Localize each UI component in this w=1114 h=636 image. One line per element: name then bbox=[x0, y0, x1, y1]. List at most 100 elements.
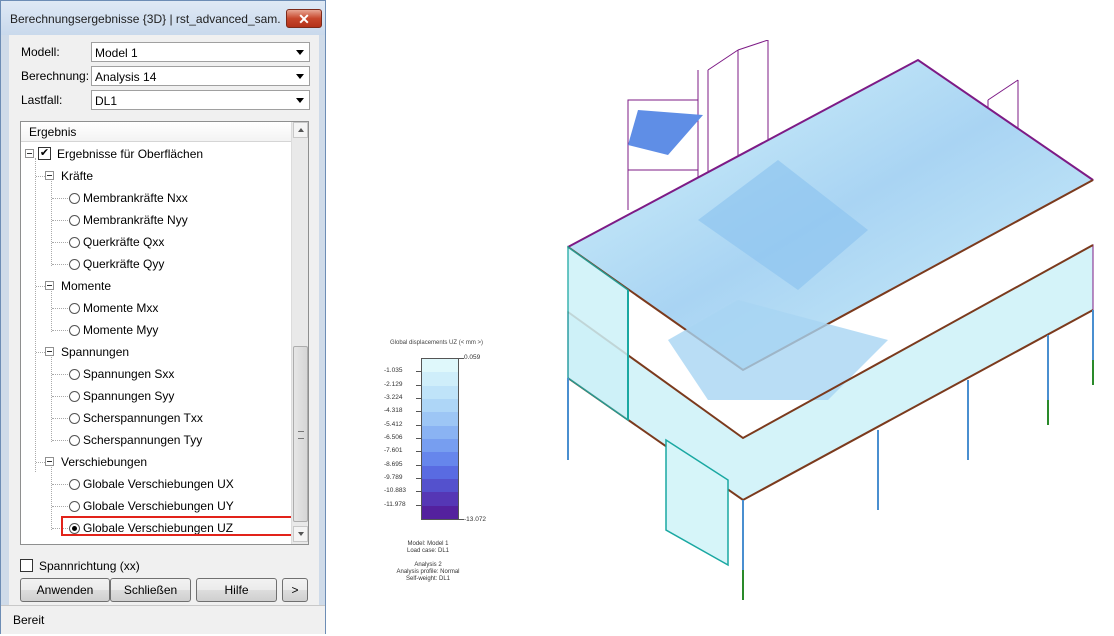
tree-item-myy[interactable]: Momente Myy bbox=[83, 323, 158, 337]
radio-myy[interactable] bbox=[69, 325, 80, 336]
legend-tick-label: -9.789 bbox=[384, 474, 403, 481]
radio-syy[interactable] bbox=[69, 391, 80, 402]
root-checkbox[interactable]: ✔ bbox=[38, 147, 51, 160]
color-band bbox=[422, 478, 458, 493]
tree-guide bbox=[52, 198, 68, 200]
scroll-up-button[interactable] bbox=[293, 122, 308, 138]
collapse-toggle[interactable] bbox=[25, 149, 34, 158]
legend-tick-label: -7.601 bbox=[384, 447, 403, 455]
tree-item-nxx[interactable]: Membrankräfte Nxx bbox=[83, 191, 188, 205]
loadcase-select[interactable]: DL1 bbox=[91, 90, 310, 110]
tick-mark bbox=[416, 398, 421, 399]
tree-guide bbox=[52, 264, 68, 266]
legend-tick-label: -2.129 bbox=[384, 380, 403, 388]
calculation-select-value: Analysis 14 bbox=[95, 70, 157, 84]
tick-mark bbox=[416, 384, 421, 386]
tick-mark bbox=[416, 371, 421, 373]
results-dialog: Berechnungsergebnisse {3D} | rst_advance… bbox=[0, 0, 326, 634]
more-button[interactable]: > bbox=[282, 578, 308, 602]
tree-guide bbox=[51, 354, 53, 442]
tree-item-syy[interactable]: Spannungen Syy bbox=[83, 389, 174, 403]
legend-info-selfweight: Self-weight: DL1 bbox=[405, 576, 451, 582]
tree-item-tyy[interactable]: Scherspannungen Tyy bbox=[83, 433, 202, 447]
model-select[interactable]: Model 1 bbox=[91, 42, 310, 62]
tree-item-qyy[interactable]: Querkräfte Qyy bbox=[83, 257, 164, 271]
model-label: Modell: bbox=[21, 45, 60, 59]
tree-item-nyy[interactable]: Membrankräfte Nyy bbox=[83, 213, 188, 227]
radio-mxx[interactable] bbox=[69, 303, 80, 314]
radio-sxx[interactable] bbox=[69, 369, 80, 380]
tree-column-header[interactable]: Ergebnis bbox=[21, 122, 291, 142]
radio-qyy[interactable] bbox=[69, 259, 80, 270]
radio-uy[interactable] bbox=[69, 501, 80, 512]
chevron-down-icon bbox=[296, 98, 304, 103]
color-band bbox=[422, 372, 458, 386]
color-scale-bar bbox=[421, 358, 459, 520]
tree-guide bbox=[52, 374, 68, 376]
collapse-toggle[interactable] bbox=[45, 281, 54, 290]
calculation-select[interactable]: Analysis 14 bbox=[91, 66, 310, 86]
spannrichtung-checkbox[interactable] bbox=[20, 559, 33, 572]
tree-guide bbox=[52, 396, 68, 398]
structure-3d-view[interactable] bbox=[548, 40, 1108, 610]
radio-qxx[interactable] bbox=[69, 237, 80, 248]
tree-group-momente[interactable]: Momente bbox=[61, 279, 111, 293]
tick-mark bbox=[416, 478, 421, 479]
close-button[interactable]: Schließen bbox=[110, 578, 191, 602]
tick-mark bbox=[416, 411, 421, 413]
radio-txx[interactable] bbox=[69, 413, 80, 424]
tree-scrollbar[interactable] bbox=[291, 122, 308, 544]
tree-item-ux[interactable]: Globale Verschiebungen UX bbox=[83, 477, 234, 491]
calc-label: Berechnung: bbox=[21, 69, 90, 83]
chevron-down-icon bbox=[296, 50, 304, 55]
legend-tick-label: -3.224 bbox=[384, 394, 403, 401]
legend-info-model: Model: Model 1 bbox=[407, 541, 449, 547]
tick-mark bbox=[416, 424, 421, 426]
tree-guide bbox=[51, 178, 53, 266]
title-bar[interactable]: Berechnungsergebnisse {3D} | rst_advance… bbox=[1, 1, 325, 35]
tick-mark bbox=[416, 464, 421, 466]
apply-button[interactable]: Anwenden bbox=[20, 578, 110, 602]
tree-group-kraefte[interactable]: Kräfte bbox=[61, 169, 93, 183]
tree-item-mxx[interactable]: Momente Mxx bbox=[83, 301, 158, 315]
result-tree[interactable]: Ergebnis ✔ Ergebnisse für Oberflächen Kr… bbox=[20, 121, 309, 545]
collapse-toggle[interactable] bbox=[45, 347, 54, 356]
tree-header-label: Ergebnis bbox=[29, 125, 77, 139]
color-band bbox=[422, 438, 458, 453]
legend-tick-label: -8.695 bbox=[384, 460, 403, 468]
help-button[interactable]: Hilfe bbox=[196, 578, 277, 602]
color-band bbox=[422, 398, 458, 413]
color-band bbox=[422, 359, 458, 373]
radio-nxx[interactable] bbox=[69, 193, 80, 204]
tree-item-uy[interactable]: Globale Verschiebungen UY bbox=[83, 499, 234, 513]
tree-guide bbox=[52, 308, 68, 310]
color-band bbox=[422, 452, 458, 466]
collapse-toggle[interactable] bbox=[45, 457, 54, 466]
tree-item-txx[interactable]: Scherspannungen Txx bbox=[83, 411, 203, 425]
tree-group-spannungen[interactable]: Spannungen bbox=[61, 345, 129, 359]
tree-item-qxx[interactable]: Querkräfte Qxx bbox=[83, 235, 164, 249]
chevron-down-icon bbox=[296, 74, 304, 79]
legend-info-profile: Analysis profile: Normal bbox=[396, 569, 460, 575]
close-window-button[interactable]: ✕ bbox=[286, 9, 322, 28]
tree-item-sxx[interactable]: Spannungen Sxx bbox=[83, 367, 174, 381]
scroll-down-button[interactable] bbox=[293, 526, 308, 542]
legend-info-analysis: Analysis 2 bbox=[414, 562, 442, 568]
color-band bbox=[422, 425, 458, 439]
dialog-body: Modell: Model 1 Berechnung: Analysis 14 … bbox=[9, 35, 319, 605]
color-band bbox=[422, 412, 458, 426]
radio-nyy[interactable] bbox=[69, 215, 80, 226]
color-band bbox=[422, 505, 458, 519]
tick-mark bbox=[416, 451, 421, 453]
radio-ux[interactable] bbox=[69, 479, 80, 490]
scroll-thumb[interactable] bbox=[293, 346, 308, 522]
collapse-toggle[interactable] bbox=[45, 171, 54, 180]
tree-guide bbox=[52, 418, 68, 420]
legend-tick-label: -6.506 bbox=[384, 434, 403, 441]
radio-tyy[interactable] bbox=[69, 435, 80, 446]
tree-guide bbox=[35, 158, 37, 472]
tree-root-label: Ergebnisse für Oberflächen bbox=[57, 147, 204, 161]
tree-group-verschiebungen[interactable]: Verschiebungen bbox=[61, 455, 147, 469]
tree-guide bbox=[52, 484, 68, 486]
tree-guide bbox=[36, 286, 45, 288]
